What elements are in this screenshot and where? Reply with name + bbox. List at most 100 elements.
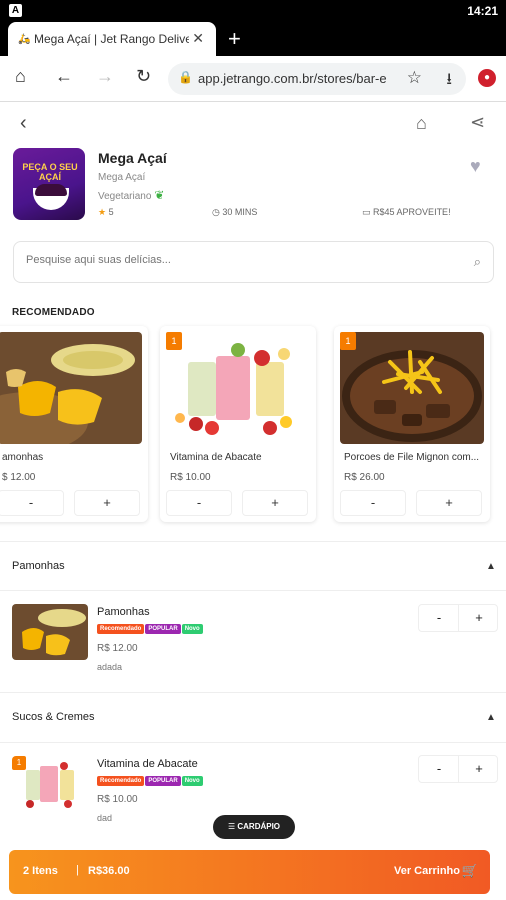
cart-item-count: 2 Itens: [23, 865, 58, 877]
browser-tab-bar: 🛵 Mega Açaí | Jet Rango Delive ✕ +: [0, 22, 506, 56]
item-badge: 1: [12, 756, 26, 770]
recommended-card[interactable]: amonhas $ 12.00 - +: [0, 326, 148, 522]
tag-new: Novo: [181, 776, 203, 786]
divider: [0, 541, 506, 542]
collapse-chevron-icon[interactable]: ▲: [486, 712, 496, 723]
card-price: $ 12.00: [2, 472, 36, 483]
search-icon[interactable]: ⌕: [474, 254, 481, 270]
menu-button-label: CARDÁPIO: [237, 822, 281, 831]
tag-popular: POPULAR: [145, 624, 181, 634]
increase-button[interactable]: +: [242, 490, 308, 516]
store-rating: ★ 5: [98, 207, 114, 218]
quantity-stepper[interactable]: - +: [418, 604, 498, 632]
store-promo: ▭ R$45 APROVEITE!: [362, 207, 451, 218]
recommended-card[interactable]: 1 Vitamina de Abacate R$ 10.00 - +: [160, 326, 316, 522]
store-subtitle: Mega Açaí: [98, 172, 146, 183]
leaf-icon: ❦: [154, 188, 165, 202]
divider: [0, 742, 506, 743]
section-title-sucos[interactable]: Sucos & Cremes: [12, 711, 95, 723]
status-bar: A 14:21: [0, 0, 506, 22]
close-tab-icon[interactable]: ✕: [192, 30, 204, 47]
view-cart-button[interactable]: Ver Carrinho: [394, 865, 460, 877]
card-badge: 1: [166, 332, 182, 350]
url-text[interactable]: app.jetrango.com.br/stores/bar-e: [198, 71, 398, 86]
extension-icon[interactable]: ●: [478, 69, 496, 87]
rating-value: 5: [108, 207, 114, 217]
acai-shape: [35, 184, 67, 196]
card-name: amonhas: [2, 452, 44, 463]
decrease-button[interactable]: -: [0, 490, 64, 516]
browser-tab[interactable]: 🛵 Mega Açaí | Jet Rango Delive ✕: [8, 22, 216, 56]
home-icon[interactable]: ⌂: [15, 66, 26, 87]
divider: [0, 590, 506, 591]
reload-icon[interactable]: ↻: [136, 66, 151, 87]
cart-total: R$36.00: [88, 865, 130, 877]
favicon-icon: 🛵: [18, 34, 31, 45]
list-icon: ☰: [227, 822, 236, 831]
store-home-icon[interactable]: ⌂: [416, 113, 427, 134]
notification-icon: A: [9, 4, 22, 17]
forward-arrow-icon[interactable]: →: [96, 66, 114, 87]
item-price: R$ 12.00: [97, 643, 138, 654]
section-title-pamonhas[interactable]: Pamonhas: [12, 560, 65, 572]
item-name: Vitamina de Abacate: [97, 758, 198, 770]
card-badge: 1: [340, 332, 356, 350]
delivery-time: ◷ 30 MINS: [212, 207, 257, 218]
bookmark-star-icon[interactable]: ☆: [407, 68, 422, 88]
share-icon[interactable]: ⋖: [470, 112, 485, 133]
tab-title: Mega Açaí | Jet Rango Delive: [34, 32, 189, 46]
item-description: adada: [97, 662, 123, 672]
decrease-button[interactable]: -: [166, 490, 232, 516]
item-image[interactable]: [12, 604, 88, 660]
browser-toolbar: ⌂ ← → ↻ 🔒 app.jetrango.com.br/stores/bar…: [0, 56, 506, 102]
store-name: Mega Açaí: [98, 150, 167, 166]
search-box[interactable]: ⌕: [13, 241, 494, 283]
item-tags: Recomendado POPULAR Novo: [97, 624, 204, 642]
increase-button[interactable]: +: [416, 490, 482, 516]
category-label: Vegetariano: [98, 191, 152, 202]
tag-recommended: Recomendado: [97, 624, 145, 634]
quantity-stepper[interactable]: - +: [418, 755, 498, 783]
item-name: Pamonhas: [97, 606, 150, 618]
logo-text: PEÇA O SEU AÇAÍ: [22, 162, 78, 182]
increase-button[interactable]: +: [459, 761, 499, 776]
item-description: dad: [97, 813, 113, 823]
decrease-button[interactable]: -: [340, 490, 406, 516]
file-mignon-image: [340, 332, 484, 444]
item-image[interactable]: 1: [12, 756, 88, 812]
star-icon: ★: [98, 207, 107, 217]
tag-popular: POPULAR: [145, 776, 181, 786]
promo-icon: ▭: [362, 207, 371, 217]
card-price: R$ 26.00: [344, 472, 385, 483]
increase-button[interactable]: +: [74, 490, 140, 516]
card-price: R$ 10.00: [170, 472, 211, 483]
favorite-heart-icon[interactable]: ♥: [470, 156, 481, 177]
card-name: Vitamina de Abacate: [170, 452, 262, 463]
tag-new: Novo: [181, 624, 203, 634]
clock-icon: ◷: [212, 207, 220, 217]
recommended-card[interactable]: 1 Porcoes de File Mignon com... R$ 26.00…: [334, 326, 490, 522]
clock: 14:21: [467, 4, 498, 18]
decrease-button[interactable]: -: [419, 610, 459, 625]
store-category: Vegetariano ❦: [98, 188, 164, 202]
download-icon[interactable]: ⭳: [446, 68, 452, 95]
back-icon[interactable]: ‹: [20, 112, 27, 135]
menu-button[interactable]: ☰ CARDÁPIO: [213, 815, 295, 839]
search-input[interactable]: [26, 254, 446, 266]
collapse-chevron-icon[interactable]: ▲: [486, 561, 496, 572]
cart-separator: |: [76, 864, 79, 876]
decrease-button[interactable]: -: [419, 761, 459, 776]
divider: [0, 692, 506, 693]
pamonha-image: [0, 332, 142, 444]
cart-bar[interactable]: 2 Itens | R$36.00 Ver Carrinho 🛒: [9, 850, 490, 894]
vitamina-image: [166, 332, 310, 444]
store-logo: PEÇA O SEU AÇAÍ: [13, 148, 85, 220]
increase-button[interactable]: +: [459, 610, 499, 625]
address-bar[interactable]: 🔒 app.jetrango.com.br/stores/bar-e ☆ ⭳: [168, 63, 466, 95]
new-tab-icon[interactable]: +: [228, 26, 241, 52]
item-price: R$ 10.00: [97, 794, 138, 805]
card-name: Porcoes de File Mignon com...: [344, 452, 480, 463]
tag-recommended: Recomendado: [97, 776, 145, 786]
back-arrow-icon[interactable]: ←: [55, 66, 73, 87]
delivery-time-value: 30 MINS: [222, 207, 258, 217]
